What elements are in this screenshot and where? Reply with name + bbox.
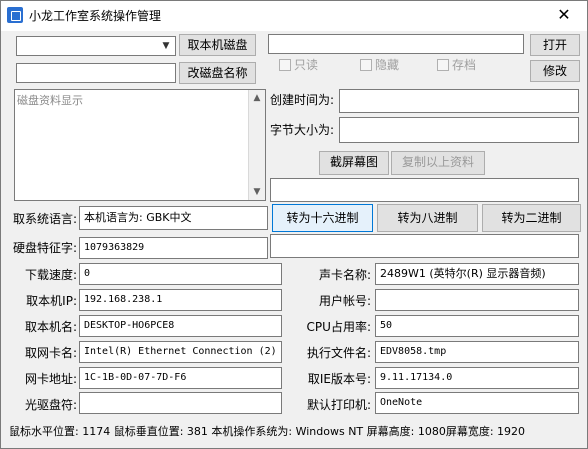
close-icon[interactable]: ✕	[549, 4, 579, 26]
mac-address-field[interactable]: 1C-1B-0D-07-7D-F6	[79, 367, 282, 389]
drive-name-input[interactable]	[16, 63, 176, 83]
hdd-signature-label: 硬盘特征字:	[12, 241, 77, 255]
screenshot-button[interactable]: 截屏幕图	[319, 151, 389, 175]
to-octal-button[interactable]: 转为八进制	[377, 204, 478, 232]
copy-info-button[interactable]: 复制以上资料	[391, 151, 485, 175]
sound-card-label: 声卡名称:	[318, 268, 371, 282]
download-speed-value: 0	[84, 268, 91, 279]
file-size-field[interactable]	[339, 117, 579, 143]
nic-name-label: 取网卡名:	[24, 346, 77, 360]
file-path-input[interactable]	[268, 34, 524, 54]
exe-name-value: EDV8058.tmp	[380, 346, 447, 357]
user-account-field[interactable]	[375, 289, 579, 311]
sound-card-field[interactable]: 2489W1 (英特尔(R) 显示器音频)	[375, 263, 579, 285]
app-icon	[7, 7, 23, 23]
archive-label: 存档	[452, 58, 477, 72]
cd-drive-field[interactable]	[79, 392, 282, 414]
local-ip-field[interactable]: 192.168.238.1	[79, 289, 282, 311]
mac-address-value: 1C-1B-0D-07-7D-F6	[84, 372, 187, 383]
hostname-value: DESKTOP-HO6PCE8	[84, 320, 175, 331]
default-printer-field[interactable]: OneNote	[375, 392, 579, 414]
disk-info-placeholder: 磁盘资料显示	[17, 94, 83, 107]
drive-combobox[interactable]: ▼	[16, 36, 176, 56]
created-time-label: 创建时间为:	[270, 93, 335, 107]
ie-version-field[interactable]: 9.11.17134.0	[375, 367, 579, 389]
hidden-checkbox[interactable]	[360, 59, 372, 71]
archive-checkbox[interactable]	[437, 59, 449, 71]
hdd-signature-field[interactable]: 1079363829	[79, 237, 268, 259]
sound-card-value: 2489W1 (英特尔(R) 显示器音频)	[380, 267, 546, 280]
get-disk-button[interactable]: 取本机磁盘	[179, 34, 256, 56]
ie-version-label: 取IE版本号:	[307, 372, 371, 386]
title-bar: 小龙工作室系统操作管理 ✕	[1, 1, 587, 31]
download-speed-label: 下载速度:	[24, 268, 77, 282]
ie-version-value: 9.11.17134.0	[380, 372, 453, 383]
cpu-usage-label: CPU占用率:	[306, 320, 371, 334]
default-printer-label: 默认打印机:	[306, 398, 371, 412]
disk-info-textarea[interactable]: 磁盘资料显示 ▲ ▼	[14, 89, 266, 201]
system-language-label: 取系统语言:	[12, 212, 77, 226]
modify-button[interactable]: 修改	[530, 60, 580, 82]
status-bar: 鼠标水平位置: 1174 鼠标垂直位置: 381 本机操作系统为: Window…	[9, 425, 526, 438]
readonly-checkbox[interactable]	[279, 59, 291, 71]
file-size-label: 字节大小为:	[270, 123, 335, 137]
created-time-field[interactable]	[339, 89, 579, 113]
hostname-label: 取本机名:	[24, 320, 77, 334]
system-language-value: 本机语言为: GBK中文	[84, 211, 192, 224]
exe-name-field[interactable]: EDV8058.tmp	[375, 341, 579, 363]
scrollbar[interactable]: ▲ ▼	[248, 90, 265, 200]
convert-output[interactable]	[270, 234, 579, 258]
mac-address-label: 网卡地址:	[24, 372, 77, 386]
exe-name-label: 执行文件名:	[306, 346, 371, 360]
hidden-label: 隐藏	[375, 58, 400, 72]
to-binary-button[interactable]: 转为二进制	[482, 204, 581, 232]
chevron-up-icon[interactable]: ▲	[249, 90, 265, 106]
user-account-label: 用户帐号:	[318, 294, 371, 308]
rename-disk-button[interactable]: 改磁盘名称	[179, 62, 256, 84]
to-hex-button[interactable]: 转为十六进制	[272, 204, 373, 232]
open-button[interactable]: 打开	[530, 34, 580, 56]
window-title: 小龙工作室系统操作管理	[29, 9, 162, 23]
hdd-signature-value: 1079363829	[84, 242, 145, 253]
chevron-down-icon[interactable]: ▼	[249, 184, 265, 200]
cpu-usage-value: 50	[380, 320, 393, 331]
cd-drive-label: 光驱盘符:	[24, 398, 77, 412]
cpu-usage-field[interactable]: 50	[375, 315, 579, 337]
download-speed-field[interactable]: 0	[79, 263, 282, 285]
nic-name-field[interactable]: Intel(R) Ethernet Connection (2)	[79, 341, 282, 363]
local-ip-label: 取本机IP:	[26, 294, 77, 308]
hostname-field[interactable]: DESKTOP-HO6PCE8	[79, 315, 282, 337]
convert-input[interactable]	[270, 178, 579, 202]
chevron-down-icon[interactable]: ▼	[159, 39, 173, 53]
app-window: 小龙工作室系统操作管理 ✕ ▼ 取本机磁盘 改磁盘名称 磁盘资料显示 ▲ ▼ 打…	[0, 0, 588, 449]
local-ip-value: 192.168.238.1	[84, 294, 163, 305]
nic-name-value: Intel(R) Ethernet Connection (2)	[84, 346, 277, 357]
system-language-field[interactable]: 本机语言为: GBK中文	[79, 206, 268, 230]
default-printer-value: OneNote	[380, 397, 423, 408]
readonly-label: 只读	[294, 58, 319, 72]
